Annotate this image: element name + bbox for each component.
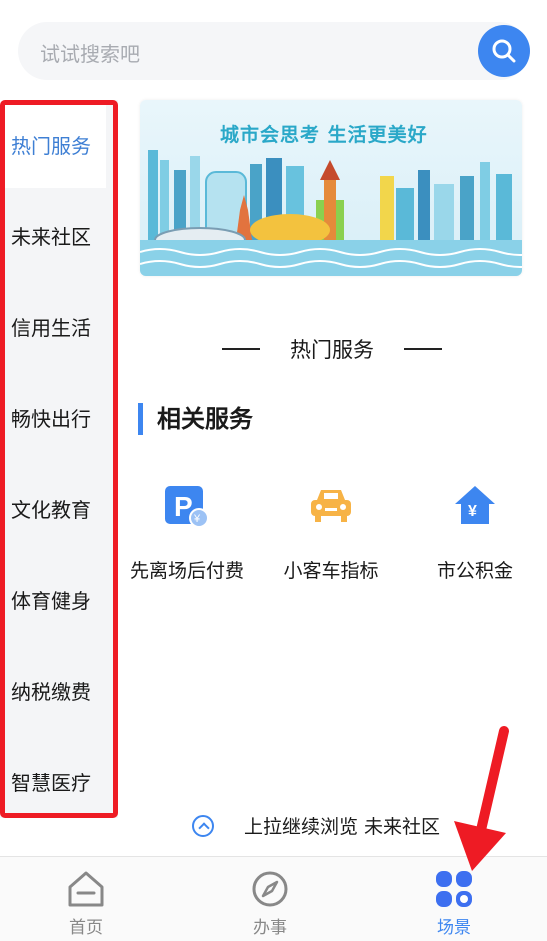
- sidebar-item-label: 未来社区: [11, 224, 91, 249]
- search-icon: [492, 39, 516, 63]
- sidebar-item-culture-education[interactable]: 文化教育: [0, 464, 106, 552]
- pull-hint-text: 上拉继续浏览 未来社区: [244, 816, 441, 838]
- sidebar-item-hot-services[interactable]: 热门服务: [0, 100, 106, 188]
- sidebar-item-travel[interactable]: 畅快出行: [0, 373, 106, 461]
- bottom-navigation: 首页 办事 场景: [0, 856, 547, 941]
- service-car-quota[interactable]: 小客车指标: [266, 482, 396, 583]
- sidebar-item-smart-medical[interactable]: 智慧医疗: [0, 737, 106, 825]
- service-label: 小客车指标: [283, 560, 379, 582]
- compass-icon: [250, 869, 290, 909]
- service-label: 先离场后付费: [129, 560, 244, 582]
- search-bar[interactable]: 试试搜索吧: [18, 22, 530, 80]
- housing-fund-icon: ¥: [451, 482, 499, 530]
- service-parking-pay[interactable]: P ¥ 先离场后付费: [122, 482, 252, 583]
- service-housing-fund[interactable]: ¥ 市公积金: [410, 482, 540, 583]
- nav-home[interactable]: 首页: [26, 857, 146, 941]
- chevron-up-icon: [192, 814, 214, 837]
- parking-pay-icon: P ¥: [163, 482, 211, 530]
- section-title: 热门服务: [290, 338, 374, 362]
- sidebar-item-credit-life[interactable]: 信用生活: [0, 282, 106, 370]
- svg-text:¥: ¥: [468, 503, 477, 520]
- divider-line-right: [404, 348, 442, 350]
- sidebar-item-future-community[interactable]: 未来社区: [0, 191, 106, 279]
- service-label: 市公积金: [436, 560, 513, 582]
- sidebar-item-sports-fitness[interactable]: 体育健身: [0, 555, 106, 643]
- sidebar-item-label: 热门服务: [11, 133, 91, 158]
- annotation-arrow: [454, 726, 509, 871]
- nav-affairs[interactable]: 办事: [210, 857, 330, 941]
- sidebar-item-label: 智慧医疗: [11, 770, 91, 795]
- scene-icon: [434, 869, 474, 909]
- search-input[interactable]: 试试搜索吧: [40, 38, 140, 67]
- pull-to-continue[interactable]: 上拉继续浏览 未来社区: [192, 812, 440, 839]
- section-heading: 热门服务: [222, 334, 442, 364]
- nav-label: 场景: [437, 918, 471, 938]
- nav-scene[interactable]: 场景: [394, 857, 514, 941]
- sidebar-item-label: 纳税缴费: [11, 679, 91, 704]
- nav-label: 办事: [253, 918, 287, 938]
- city-skyline-illustration: [140, 150, 522, 276]
- car-icon: [307, 482, 355, 530]
- nav-label: 首页: [69, 918, 103, 938]
- related-services-title: 相关服务: [138, 403, 253, 435]
- sidebar-item-label: 体育健身: [11, 588, 91, 613]
- svg-text:¥: ¥: [193, 513, 201, 525]
- sidebar-item-label: 畅快出行: [11, 406, 91, 431]
- city-banner[interactable]: 城市会思考 生活更美好: [140, 100, 522, 276]
- sidebar-item-tax-payment[interactable]: 纳税缴费: [0, 646, 106, 734]
- sidebar-item-label: 信用生活: [11, 315, 91, 340]
- home-icon: [66, 869, 106, 909]
- search-button[interactable]: [478, 25, 530, 77]
- category-sidebar: 热门服务 未来社区 信用生活 畅快出行 文化教育 体育健身 纳税缴费 智慧医疗: [0, 100, 118, 818]
- sidebar-item-label: 文化教育: [11, 497, 91, 522]
- divider-line-left: [222, 348, 260, 350]
